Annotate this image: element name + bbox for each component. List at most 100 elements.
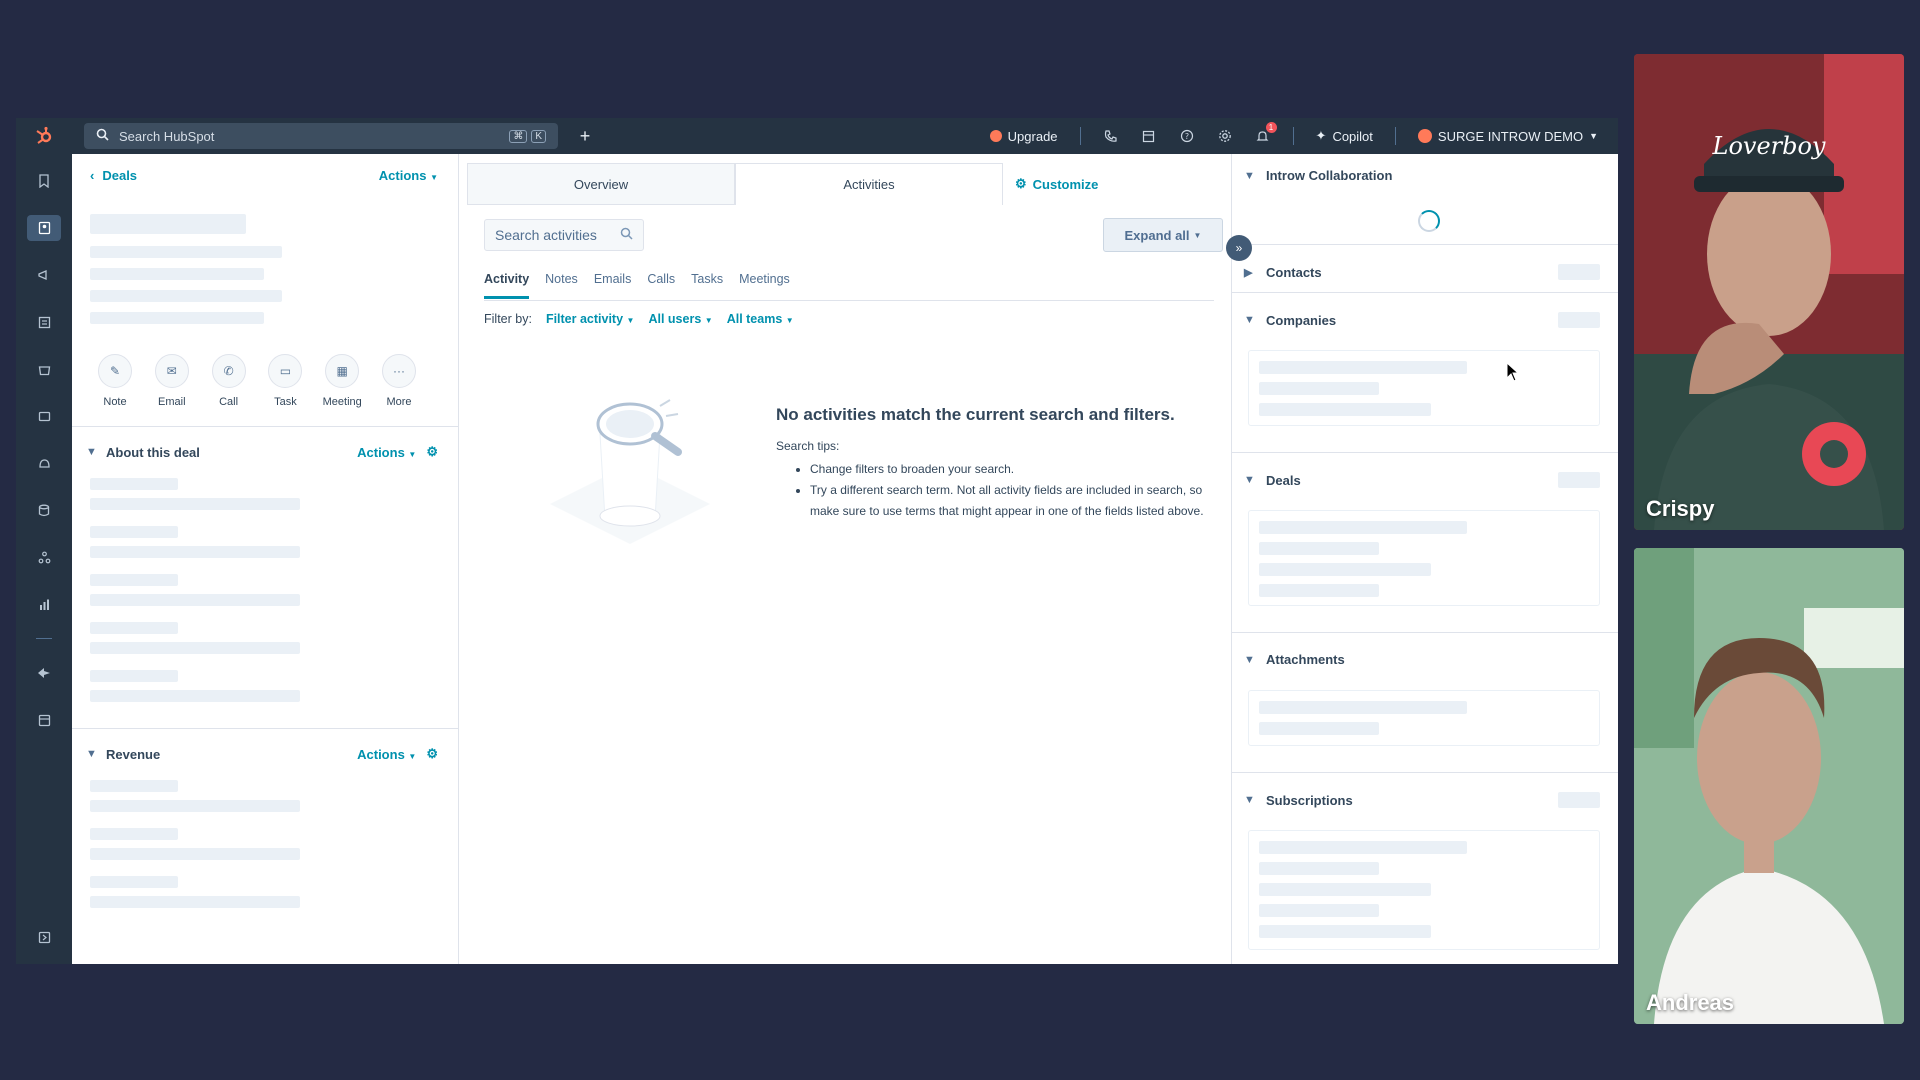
- automation-icon[interactable]: [27, 544, 61, 570]
- participant-video-icon: Loverboy: [1634, 54, 1904, 530]
- filter-activity-dropdown[interactable]: Filter activity ▼: [546, 312, 635, 326]
- global-search-placeholder: Search HubSpot: [119, 128, 215, 144]
- sparkle-icon: ✦: [1315, 128, 1327, 143]
- deals-title: Deals: [1266, 472, 1301, 488]
- activities-search-input[interactable]: Search activities: [484, 219, 644, 251]
- account-menu[interactable]: SURGE INTROW DEMO ▼: [1417, 128, 1598, 144]
- help-icon[interactable]: ?: [1179, 128, 1195, 144]
- chevron-down-icon: ▼: [86, 748, 97, 760]
- command-key: ⌘: [509, 129, 528, 143]
- copilot-button[interactable]: ✦ Copilot: [1316, 128, 1373, 144]
- phone-icon[interactable]: [1103, 128, 1119, 144]
- commerce-icon[interactable]: [27, 356, 61, 382]
- subtab-meetings[interactable]: Meetings: [739, 272, 790, 299]
- revenue-actions-menu[interactable]: Actions ▼: [357, 747, 416, 762]
- loading-placeholder: [90, 594, 300, 606]
- tab-overview[interactable]: Overview: [467, 163, 735, 205]
- create-new-button[interactable]: +: [572, 123, 598, 149]
- subtab-tasks[interactable]: Tasks: [691, 272, 723, 299]
- settings-gear-icon[interactable]: ⚙: [426, 746, 438, 762]
- marketplace-icon[interactable]: [1141, 128, 1157, 144]
- app-marketplace-icon[interactable]: [27, 707, 61, 733]
- search-icon: [620, 227, 633, 243]
- about-actions-menu[interactable]: Actions ▼: [357, 445, 416, 460]
- customize-tabs-button[interactable]: ⚙ Customize: [1015, 163, 1098, 205]
- subtab-notes[interactable]: Notes: [545, 272, 578, 299]
- service-icon[interactable]: [27, 450, 61, 476]
- hubspot-app-window: Search HubSpot ⌘ K + Upgrade ? 1 ✦ Copil…: [16, 118, 1618, 964]
- call-action-button[interactable]: ✆ Call: [206, 354, 252, 408]
- expand-nav-icon[interactable]: [27, 924, 61, 950]
- email-action-button[interactable]: ✉ Email: [149, 354, 195, 408]
- sales-wallet-icon[interactable]: [27, 403, 61, 429]
- about-deal-title: About this deal: [106, 444, 200, 460]
- copilot-label: Copilot: [1332, 128, 1373, 144]
- record-tabs: Overview Activities ⚙ Customize: [467, 163, 1231, 205]
- back-link-label: Deals: [102, 168, 138, 183]
- settings-gear-icon[interactable]: [1217, 128, 1233, 144]
- toggle-sidebar-button[interactable]: »: [1226, 235, 1252, 261]
- section-divider: [1232, 772, 1618, 773]
- companies-card-header[interactable]: ▼ Companies: [1232, 312, 1618, 328]
- hubspot-logo-icon[interactable]: [16, 118, 72, 154]
- loading-placeholder: [90, 312, 264, 324]
- breeze-ai-icon[interactable]: [27, 660, 61, 686]
- all-teams-label: All teams: [726, 312, 783, 326]
- back-to-deals-link[interactable]: ‹ Deals: [90, 168, 137, 183]
- note-action-button[interactable]: ✎ Note: [92, 354, 138, 408]
- loading-placeholder: [1558, 264, 1600, 280]
- call-icon: ✆: [211, 354, 246, 388]
- reporting-bar-chart-icon[interactable]: [27, 591, 61, 617]
- topbar-divider: [1292, 127, 1294, 145]
- about-deal-section-header[interactable]: ▼ About this deal Actions ▼ ⚙: [72, 444, 458, 460]
- global-search-input[interactable]: Search HubSpot ⌘ K: [84, 123, 558, 149]
- meeting-icon: ▦: [325, 354, 360, 388]
- contacts-card-header[interactable]: ▶ Contacts: [1232, 264, 1618, 280]
- caret-down-icon: ▼: [408, 449, 417, 459]
- subtab-emails[interactable]: Emails: [594, 272, 632, 299]
- expand-all-button[interactable]: Expand all ▼: [1103, 218, 1223, 252]
- search-tips-list: Change filters to broaden your search. T…: [776, 459, 1206, 522]
- section-divider: [1232, 292, 1618, 293]
- attachments-title: Attachments: [1266, 652, 1345, 667]
- notifications-bell-icon[interactable]: 1: [1255, 122, 1277, 144]
- search-tip: Change filters to broaden your search.: [810, 459, 1206, 480]
- k-key: K: [531, 129, 546, 143]
- attachments-card-header[interactable]: ▼ Attachments: [1232, 652, 1618, 667]
- subscriptions-card-header[interactable]: ▼ Subscriptions: [1232, 792, 1618, 808]
- companies-card-body: [1248, 350, 1600, 426]
- empty-state: No activities match the current search a…: [540, 394, 1216, 574]
- meeting-action-button[interactable]: ▦ Meeting: [319, 354, 365, 408]
- all-users-label: All users: [648, 312, 702, 326]
- bookmark-icon[interactable]: [27, 168, 61, 194]
- task-action-button[interactable]: ▭ Task: [262, 354, 308, 408]
- loading-placeholder: [90, 780, 178, 792]
- customize-label: Customize: [1032, 176, 1099, 192]
- record-actions-menu[interactable]: Actions ▼: [379, 168, 438, 183]
- tab-activities[interactable]: Activities: [735, 163, 1003, 205]
- subtab-activity[interactable]: Activity: [484, 272, 530, 299]
- loading-placeholder: [1558, 472, 1600, 488]
- section-divider: [1232, 452, 1618, 453]
- loading-placeholder: [90, 896, 300, 908]
- chevron-down-icon: ▼: [86, 446, 97, 458]
- loading-placeholder: [1259, 925, 1431, 938]
- introw-collaboration-card-header[interactable]: ▼ Introw Collaboration: [1232, 168, 1618, 183]
- revenue-section-header[interactable]: ▼ Revenue Actions ▼ ⚙: [72, 746, 458, 762]
- upgrade-button[interactable]: Upgrade: [989, 129, 1058, 144]
- account-name: SURGE INTROW DEMO: [1437, 128, 1584, 144]
- loading-placeholder: [1259, 361, 1467, 374]
- marketing-megaphone-icon[interactable]: [27, 262, 61, 288]
- content-icon[interactable]: [27, 309, 61, 335]
- deals-card-header[interactable]: ▼ Deals: [1232, 472, 1618, 488]
- all-users-dropdown[interactable]: All users ▼: [648, 312, 712, 326]
- more-action-button[interactable]: ··· More: [376, 354, 422, 408]
- crm-contacts-icon[interactable]: [27, 215, 61, 241]
- loading-placeholder: [1259, 584, 1379, 597]
- data-management-icon[interactable]: [27, 497, 61, 523]
- section-divider: [72, 426, 458, 427]
- subtab-calls[interactable]: Calls: [647, 272, 675, 299]
- all-teams-dropdown[interactable]: All teams ▼: [727, 312, 794, 326]
- revenue-title: Revenue: [106, 746, 161, 762]
- settings-gear-icon[interactable]: ⚙: [426, 444, 438, 460]
